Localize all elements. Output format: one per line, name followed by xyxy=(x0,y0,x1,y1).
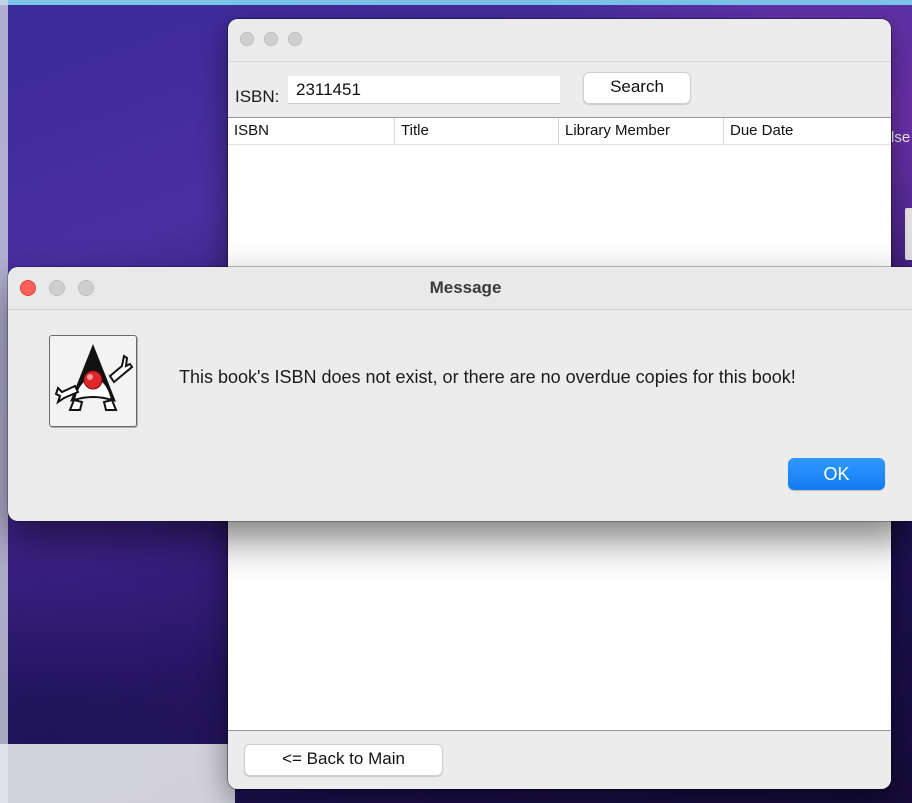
column-header-due-date[interactable]: Due Date xyxy=(723,118,891,144)
back-to-main-button[interactable]: <= Back to Main xyxy=(244,744,443,776)
column-header-title[interactable]: Title xyxy=(394,118,558,144)
background-window-text: lse xyxy=(891,129,911,146)
java-duke-icon-graphic xyxy=(54,344,134,411)
bottom-window-edge xyxy=(0,744,235,803)
ok-button[interactable]: OK xyxy=(788,458,885,490)
search-row: ISBN: Search xyxy=(228,62,891,118)
window-zoom-button[interactable] xyxy=(288,32,302,46)
window-close-button[interactable] xyxy=(240,32,254,46)
top-window-edge xyxy=(0,0,912,5)
isbn-label: ISBN: xyxy=(235,87,280,106)
table-header: ISBN Title Library Member Due Date xyxy=(228,118,891,145)
bottom-bar: <= Back to Main xyxy=(228,731,891,789)
background-window-control xyxy=(905,208,912,260)
dialog-titlebar: Message xyxy=(8,267,912,310)
dialog-message: This book's ISBN does not exist, or ther… xyxy=(179,367,796,387)
column-header-isbn[interactable]: ISBN xyxy=(228,118,394,144)
column-header-library-member[interactable]: Library Member xyxy=(558,118,723,144)
window-titlebar xyxy=(228,19,891,62)
message-dialog: Message This book's ISBN does not exist,… xyxy=(8,267,912,521)
search-button[interactable]: Search xyxy=(583,72,691,104)
window-minimize-button[interactable] xyxy=(264,32,278,46)
java-duke-icon xyxy=(49,335,137,427)
dialog-title: Message xyxy=(429,278,502,297)
isbn-input[interactable] xyxy=(288,76,560,104)
left-window-edge xyxy=(0,0,8,803)
